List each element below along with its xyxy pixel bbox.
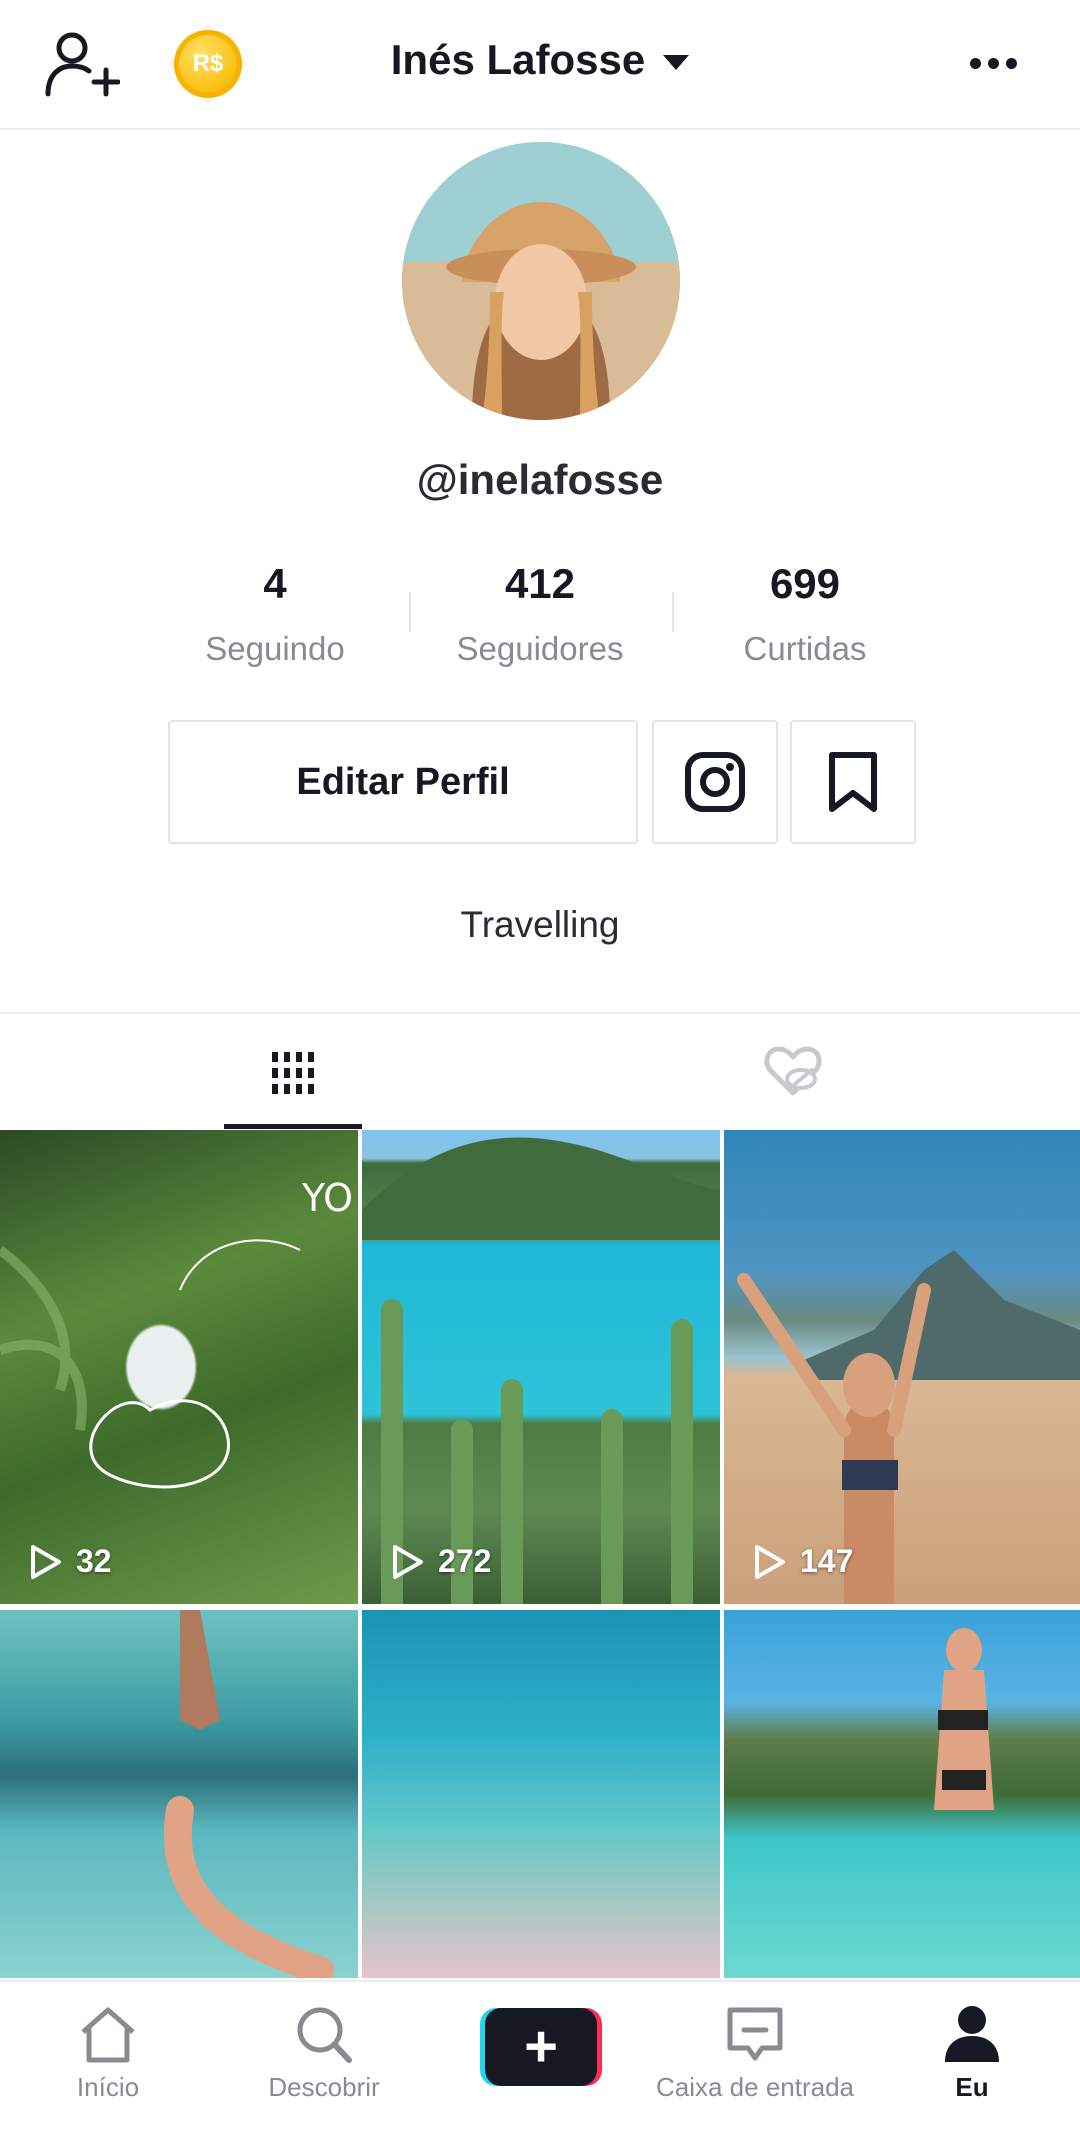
- profile-handle: @inelafosse: [416, 456, 664, 503]
- nav-home-label: Início: [76, 2072, 140, 2102]
- play-icon: [755, 1544, 785, 1579]
- nav-inbox[interactable]: Caixa de entrada: [640, 1982, 870, 2142]
- video-thumbnail[interactable]: YO 32: [0, 1130, 358, 1604]
- account-switcher[interactable]: Inés Lafosse: [0, 36, 1080, 84]
- profile-icon: [945, 2006, 999, 2062]
- inbox-icon: [727, 2007, 783, 2061]
- content-tabs: [0, 1012, 1080, 1130]
- plus-icon: +: [485, 2008, 597, 2086]
- video-overlay-text: YO: [302, 1176, 354, 1220]
- avatar[interactable]: [402, 142, 680, 420]
- view-count: 272: [390, 1543, 491, 1580]
- tab-liked[interactable]: [738, 1014, 848, 1130]
- video-thumbnail[interactable]: [724, 1610, 1080, 1978]
- video-thumbnail[interactable]: [0, 1610, 358, 1978]
- bookmark-icon: [829, 752, 877, 812]
- instagram-button[interactable]: [652, 720, 778, 844]
- home-icon: [81, 2007, 135, 2063]
- more-options-icon[interactable]: [970, 48, 1030, 78]
- view-count-value: 272: [438, 1543, 492, 1579]
- search-icon: [297, 2007, 352, 2063]
- view-count-value: 32: [76, 1543, 112, 1579]
- edit-profile-button[interactable]: Editar Perfil: [168, 720, 638, 844]
- nav-profile-label: Eu: [955, 2072, 989, 2102]
- caret-down-icon: [663, 55, 690, 71]
- tab-videos[interactable]: [224, 1014, 362, 1130]
- hidden-heart-icon: [764, 1046, 822, 1096]
- stat-followers[interactable]: 412 Seguidores: [405, 560, 675, 668]
- nav-discover[interactable]: Descobrir: [246, 1982, 402, 2142]
- profile-bio: Travelling: [460, 904, 620, 945]
- stat-likes-label: Curtidas: [743, 630, 867, 667]
- nav-discover-label: Descobrir: [268, 2072, 380, 2102]
- bottom-navigation: Início Descobrir + Caixa de entrada Eu: [0, 1980, 1080, 2142]
- top-bar: R$ Inés Lafosse: [0, 0, 1080, 130]
- view-count-value: 147: [800, 1543, 854, 1579]
- grid-icon: [272, 1052, 314, 1094]
- stat-likes-count: 699: [769, 560, 841, 607]
- profile-name: Inés Lafosse: [390, 36, 646, 83]
- video-grid: YO 32 272 147: [0, 1130, 1080, 1978]
- tab-indicator: [224, 1124, 362, 1129]
- view-count: 32: [28, 1543, 112, 1580]
- create-video-button[interactable]: +: [480, 2008, 602, 2086]
- stat-followers-count: 412: [504, 560, 576, 607]
- stat-likes[interactable]: 699 Curtidas: [670, 560, 940, 668]
- nav-home[interactable]: Início: [48, 1982, 168, 2142]
- stat-following-label: Seguindo: [205, 630, 345, 667]
- video-thumbnail[interactable]: 272: [362, 1130, 720, 1604]
- play-icon: [31, 1544, 61, 1579]
- nav-profile[interactable]: Eu: [922, 1982, 1022, 2142]
- nav-inbox-label: Caixa de entrada: [655, 2072, 855, 2102]
- stat-following-count: 4: [263, 560, 287, 607]
- stat-followers-label: Seguidores: [456, 630, 624, 667]
- favorites-button[interactable]: [790, 720, 916, 844]
- video-thumbnail[interactable]: [362, 1610, 720, 1978]
- play-icon: [393, 1544, 423, 1579]
- stat-following[interactable]: 4 Seguindo: [140, 560, 410, 668]
- video-thumbnail[interactable]: 147: [724, 1130, 1080, 1604]
- instagram-icon: [685, 752, 745, 812]
- view-count: 147: [752, 1543, 853, 1580]
